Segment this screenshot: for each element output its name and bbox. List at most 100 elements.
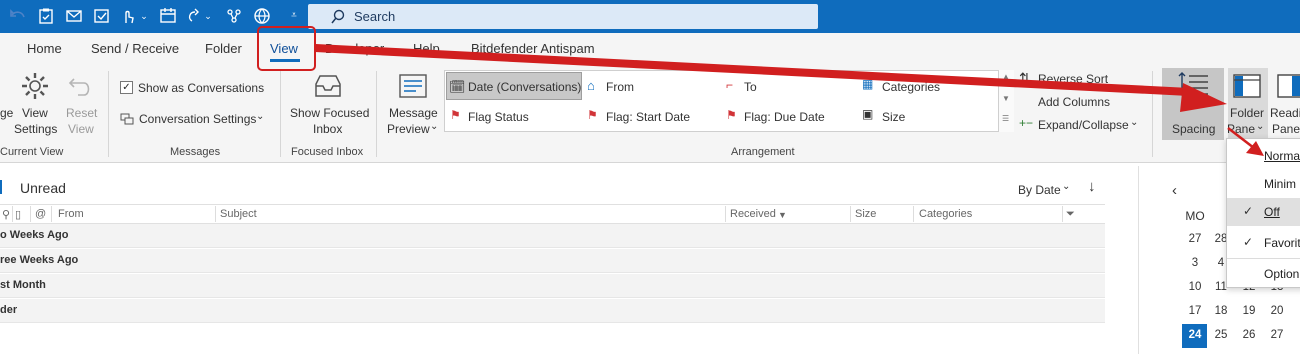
group-row[interactable]: ree Weeks Ago bbox=[0, 249, 1105, 273]
column-divider bbox=[12, 206, 13, 222]
tab-home[interactable]: Home bbox=[27, 41, 62, 56]
show-focused-inbox-button[interactable]: Show Focused bbox=[290, 106, 369, 120]
menu-item-options[interactable]: Option bbox=[1264, 267, 1299, 281]
message-preview-button[interactable]: Message bbox=[389, 106, 438, 120]
tab-folder[interactable]: Folder bbox=[205, 41, 242, 56]
calendar-day[interactable]: 10 bbox=[1184, 281, 1206, 293]
arrange-size[interactable]: Size bbox=[882, 110, 905, 124]
show-focused-inbox-button-line2[interactable]: Inbox bbox=[313, 122, 342, 136]
chevron-down-icon[interactable]: ⌄ bbox=[1062, 181, 1070, 192]
flag-icon: ⚑ bbox=[450, 108, 461, 122]
menu-item-minimized[interactable]: Minim bbox=[1264, 177, 1296, 191]
arrange-date-conversations[interactable]: Date (Conversations) bbox=[468, 80, 581, 94]
mark-read-icon[interactable] bbox=[92, 6, 112, 26]
calendar-day[interactable]: 27 bbox=[1184, 233, 1206, 245]
tab-help[interactable]: Help bbox=[413, 41, 440, 56]
view-settings-button[interactable]: View bbox=[22, 106, 48, 120]
calendar-day[interactable]: 17 bbox=[1184, 305, 1206, 317]
tab-send-receive[interactable]: Send / Receive bbox=[91, 41, 179, 56]
group-row[interactable]: st Month bbox=[0, 274, 1105, 298]
view-settings-button-line2[interactable]: Settings bbox=[14, 122, 57, 136]
annotation-highlight-box bbox=[257, 26, 316, 71]
sort-by-dropdown[interactable]: By Date bbox=[1018, 183, 1061, 197]
group-row[interactable]: o Weeks Ago bbox=[0, 224, 1105, 248]
gear-icon[interactable] bbox=[19, 70, 51, 102]
column-header-subject[interactable]: Subject bbox=[220, 208, 257, 220]
group-label-messages: Messages bbox=[170, 146, 221, 158]
globe-icon[interactable] bbox=[252, 6, 272, 26]
message-preview-icon[interactable] bbox=[398, 73, 428, 99]
gallery-scrollbar[interactable]: ▲ ▼ ☰ bbox=[998, 70, 1014, 132]
arrange-flag-due-date[interactable]: Flag: Due Date bbox=[744, 110, 825, 124]
customize-toolbar-icon[interactable]: ⩡ bbox=[284, 6, 304, 26]
filter-icon[interactable]: ⏷ bbox=[1066, 208, 1075, 221]
add-columns-button[interactable]: Add Columns bbox=[1038, 95, 1110, 109]
show-as-conversations-label[interactable]: Show as Conversations bbox=[138, 81, 264, 95]
menu-item-off[interactable]: Off bbox=[1264, 205, 1280, 219]
tab-bitdefender-antispam[interactable]: Bitdefender Antispam bbox=[471, 41, 595, 56]
menu-item-favorites[interactable]: Favorit bbox=[1264, 236, 1300, 250]
calendar-day[interactable]: 25 bbox=[1210, 329, 1232, 341]
group-row-label: st Month bbox=[0, 279, 46, 291]
calendar-today[interactable]: 24 bbox=[1184, 329, 1206, 341]
spacing-icon bbox=[1178, 70, 1210, 102]
message-preview-button-line2[interactable]: Preview bbox=[387, 122, 430, 136]
group-row-label: der bbox=[0, 304, 18, 316]
touch-mode-icon[interactable] bbox=[118, 6, 138, 26]
reverse-sort-button[interactable]: Reverse Sort bbox=[1038, 72, 1108, 86]
title-bar: ⌄ ⌄ ⩡ Search bbox=[0, 0, 1300, 33]
focused-inbox-icon[interactable] bbox=[312, 72, 344, 100]
reply-forward-icon[interactable] bbox=[184, 6, 204, 26]
calendar-day[interactable]: 26 bbox=[1238, 329, 1260, 341]
change-view-label-partial[interactable]: ge bbox=[0, 106, 13, 120]
document-column-icon[interactable]: ▯ bbox=[15, 208, 21, 221]
group-row[interactable]: der bbox=[0, 299, 1105, 323]
checkmark-icon: ✓ bbox=[1243, 235, 1254, 249]
calendar-prev-month-icon[interactable]: ‹ bbox=[1172, 182, 1177, 199]
chevron-down-icon[interactable]: ⌄ bbox=[138, 6, 150, 26]
people-network-icon[interactable] bbox=[224, 6, 244, 26]
arrange-flag-status[interactable]: Flag Status bbox=[468, 110, 529, 124]
calendar-day[interactable]: 27 bbox=[1266, 329, 1288, 341]
column-header-received[interactable]: Received bbox=[730, 208, 776, 220]
importance-column-icon[interactable]: ⚲ bbox=[2, 208, 10, 221]
calendar-icon[interactable] bbox=[158, 6, 178, 26]
sort-direction-icon[interactable]: ↓ bbox=[1088, 178, 1096, 195]
folder-pane-icon bbox=[1232, 73, 1262, 99]
undo-icon[interactable] bbox=[8, 6, 28, 26]
calendar-day[interactable]: 3 bbox=[1184, 257, 1206, 269]
column-header-size[interactable]: Size bbox=[855, 208, 876, 220]
arrange-to[interactable]: To bbox=[744, 80, 757, 94]
calendar-day[interactable]: 18 bbox=[1210, 305, 1232, 317]
chevron-down-icon[interactable]: ⌄ bbox=[1130, 117, 1138, 128]
filter-all-indicator bbox=[0, 180, 2, 194]
chevron-down-icon[interactable]: ⌄ bbox=[202, 6, 214, 26]
reading-pane-label-line2[interactable]: Pane bbox=[1272, 122, 1300, 136]
attachment-column-icon[interactable]: @ bbox=[35, 208, 46, 220]
tab-developer[interactable]: Developer bbox=[325, 41, 384, 56]
from-icon: ⌂ bbox=[587, 78, 595, 93]
show-as-conversations-checkbox[interactable]: ✓ bbox=[120, 81, 133, 94]
arrange-categories[interactable]: Categories bbox=[882, 80, 940, 94]
chevron-down-icon[interactable]: ⌄ bbox=[430, 121, 438, 132]
filter-unread-tab[interactable]: Unread bbox=[20, 180, 66, 196]
expand-collapse-button[interactable]: Expand/Collapse bbox=[1038, 118, 1129, 132]
reading-pane-icon[interactable] bbox=[1276, 73, 1300, 99]
search-box[interactable]: Search bbox=[308, 4, 818, 29]
calendar-day[interactable]: 19 bbox=[1238, 305, 1260, 317]
conversation-settings-button[interactable]: Conversation Settings bbox=[139, 112, 256, 126]
pane-divider bbox=[1138, 166, 1139, 354]
calendar-day[interactable]: 20 bbox=[1266, 305, 1288, 317]
arrange-from[interactable]: From bbox=[606, 80, 634, 94]
column-header-categories[interactable]: Categories bbox=[919, 208, 972, 220]
column-header-from[interactable]: From bbox=[58, 208, 84, 220]
group-label-focused-inbox: Focused Inbox bbox=[291, 146, 364, 158]
arrange-flag-start-date[interactable]: Flag: Start Date bbox=[606, 110, 690, 124]
categories-icon: ▦ bbox=[862, 77, 874, 91]
reading-pane-label[interactable]: Readi bbox=[1270, 106, 1300, 120]
clipboard-check-icon[interactable] bbox=[36, 6, 56, 26]
menu-item-normal[interactable]: Normal bbox=[1264, 149, 1300, 163]
mail-icon[interactable] bbox=[64, 6, 84, 26]
chevron-down-icon[interactable]: ⌄ bbox=[256, 111, 264, 122]
reset-view-button-line2: View bbox=[68, 122, 94, 136]
